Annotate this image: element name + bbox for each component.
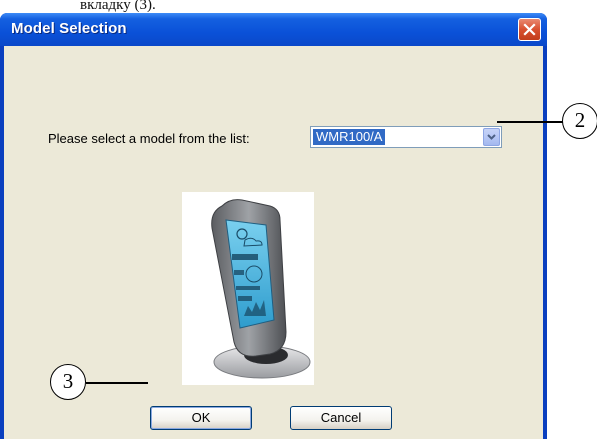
cancel-button[interactable]: Cancel: [290, 406, 392, 430]
title-bar[interactable]: Model Selection: [0, 13, 547, 46]
callout-2-marker: 2: [562, 103, 597, 139]
model-select[interactable]: WMR100/A: [310, 126, 502, 148]
callout-3-marker: 3: [50, 364, 86, 400]
caption-text: вкладку (3).: [80, 0, 156, 13]
close-button[interactable]: [518, 18, 541, 41]
callout-2-leader: [497, 121, 563, 123]
dialog-title: Model Selection: [11, 20, 127, 37]
ok-button[interactable]: OK: [150, 406, 252, 430]
chevron-down-icon: [487, 134, 496, 140]
model-prompt-label: Please select a model from the list:: [48, 131, 250, 146]
model-select-dropdown-button[interactable]: [483, 128, 500, 146]
close-icon: [523, 23, 536, 36]
model-select-value: WMR100/A: [313, 129, 386, 145]
callout-3-leader: [86, 382, 148, 384]
weather-station-image: [182, 192, 314, 385]
